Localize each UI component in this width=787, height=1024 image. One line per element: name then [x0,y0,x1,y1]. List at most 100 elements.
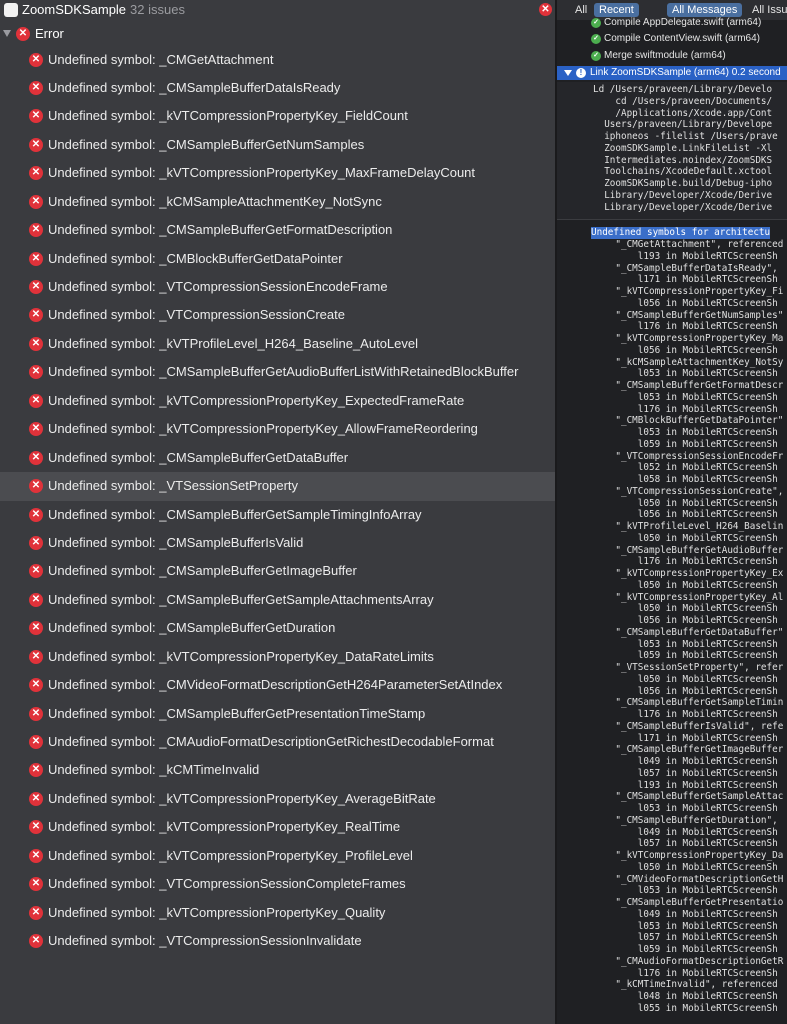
issue-row[interactable]: ✕ Undefined symbol: _VTCompressionSession… [0,927,555,955]
error-icon: ✕ [29,905,43,920]
issue-row[interactable]: ✕ Undefined symbol: _VTSessionSetProperty [0,472,555,501]
issue-count: 32 issues [130,2,185,17]
issue-message: Undefined symbol: _CMSampleBufferGetDura… [48,620,336,636]
issue-row[interactable]: ✕ Undefined symbol: _VTCompressionSession… [0,273,555,301]
issue-message: Undefined symbol: _VTCompressionSessionI… [48,933,362,949]
issue-message: Undefined symbol: _kVTCompressionPropert… [48,847,413,863]
issue-row[interactable]: ✕ Undefined symbol: _CMSampleBufferGetSam… [0,586,555,614]
error-icon: ✕ [29,137,43,152]
issue-row[interactable]: ✕ Undefined symbol: _kVTCompressionProper… [0,159,555,187]
build-step-row[interactable]: ✓ Compile ContentView.swift (arm64) [557,33,787,46]
issue-row[interactable]: ✕ Undefined symbol: _CMSampleBufferIsVali… [0,529,555,557]
issue-message: Undefined symbol: _CMAudioFormatDescript… [48,734,494,749]
error-icon: ✕ [29,848,43,863]
build-step-label: Compile AppDelegate.swift (arm64) [604,17,762,28]
issue-row[interactable]: ✕ Undefined symbol: _CMAudioFormatDescrip… [0,728,555,756]
issue-row[interactable]: ✕ Undefined symbol: _kVTCompressionProper… [0,785,555,813]
issue-row[interactable]: ✕ Undefined symbol: _kVTCompressionProper… [0,643,555,671]
issue-message: Undefined symbol: _kVTCompressionPropert… [48,165,476,181]
issue-message: Undefined symbol: _CMBlockBufferGetDataP… [48,250,343,266]
issue-row[interactable]: ✕ Undefined symbol: _kCMTimeInvalid [0,756,555,784]
issue-message: Undefined symbol: _CMSampleBufferGetAudi… [48,364,519,380]
success-check-icon: ✓ [591,18,601,28]
issue-message: Undefined symbol: _VTCompressionSessionC… [48,307,345,323]
link-step-label: Link ZoomSDKSample (arm64) 0.2 second [590,67,781,78]
issue-message: Undefined symbol: _CMSampleBufferDataIsR… [48,79,341,95]
issue-message: Undefined symbol: _kVTCompressionPropert… [48,648,434,664]
filter-all-issues-button[interactable]: All Issue [747,3,787,17]
issue-message: Undefined symbol: _CMSampleBufferGetForm… [48,222,393,238]
filter-recent-button[interactable]: Recent [594,3,639,17]
issue-row[interactable]: ✕ Undefined symbol: _CMSampleBufferGetIma… [0,557,555,585]
issue-message: Undefined symbol: _kVTCompressionPropert… [48,819,401,835]
issue-row[interactable]: ✕ Undefined symbol: _CMSampleBufferGetDat… [0,444,555,472]
log-separator [557,219,787,220]
issue-row[interactable]: ✕ Undefined symbol: _CMSampleBufferGetAud… [0,358,555,386]
issue-row[interactable]: ✕ Undefined symbol: _CMSampleBufferGetPre… [0,700,555,728]
error-icon: ✕ [29,52,43,67]
linker-error-log: Undefined symbols for architectu "_CMGet… [557,226,787,1024]
error-icon: ✕ [29,308,43,323]
issue-row[interactable]: ✕ Undefined symbol: _kVTCompressionProper… [0,415,555,443]
issue-message: Undefined symbol: _CMSampleBufferGetData… [48,449,349,465]
error-icon: ✕ [29,735,43,749]
issue-message: Undefined symbol: _CMVideoFormatDescript… [48,677,503,693]
issue-row[interactable]: ✕ Undefined symbol: _kVTProfileLevel_H264… [0,330,555,358]
error-icon: ✕ [29,678,43,693]
error-icon: ✕ [29,166,43,181]
project-header[interactable]: ZoomSDKSample 32 issues ✕ [0,0,555,20]
error-icon: ✕ [16,27,30,41]
issue-row[interactable]: ✕ Undefined symbol: _kVTCompressionProper… [0,813,555,841]
error-icon: ✕ [29,507,43,522]
link-step-row[interactable]: ! Link ZoomSDKSample (arm64) 0.2 second [557,66,787,80]
error-group-row[interactable]: ✕ Error [0,24,555,44]
issue-row[interactable]: ✕ Undefined symbol: _kCMSampleAttachmentK… [0,188,555,216]
filter-all-messages-button[interactable]: All Messages [667,3,743,17]
error-icon: ✕ [29,877,43,892]
issue-message: Undefined symbol: _kVTCompressionPropert… [48,108,408,124]
issue-row[interactable]: ✕ Undefined symbol: _CMSampleBufferGetDur… [0,614,555,642]
issue-row[interactable]: ✕ Undefined symbol: _CMSampleBufferGetSam… [0,501,555,529]
error-icon: ✕ [29,336,43,351]
issue-message: Undefined symbol: _CMSampleBufferIsValid [48,534,304,550]
build-step-label: Merge swiftmodule (arm64) [604,50,726,61]
build-step-row[interactable]: ✓ Compile AppDelegate.swift (arm64) [557,17,787,30]
log-heading[interactable]: Undefined symbols for architectu [591,227,771,239]
issue-row[interactable]: ✕ Undefined symbol: _VTCompressionSession… [0,301,555,329]
issue-row[interactable]: ✕ Undefined symbol: _CMSampleBufferGetNum… [0,131,555,159]
ld-command-text: Ld /Users/praveen/Library/Develo cd /Use… [593,84,778,213]
log-body-text: "_CMGetAttachment", referenced l193 in M… [615,239,784,1014]
issue-row[interactable]: ✕ Undefined symbol: _CMSampleBufferGetFor… [0,216,555,244]
issue-message: Undefined symbol: _VTCompressionSessionC… [48,876,406,892]
build-log-panel: All Recent All Messages All Issue ✓ Comp… [557,0,787,1024]
error-icon: ✕ [29,223,43,238]
build-step-row[interactable]: ✓ Merge swiftmodule (arm64) [557,50,787,63]
issue-message: Undefined symbol: _CMSampleBufferGetSamp… [48,591,434,607]
error-icon: ✕ [29,763,43,778]
issue-message: Undefined symbol: _CMSampleBufferGetNumS… [48,136,365,152]
issue-row[interactable]: ✕ Undefined symbol: _CMBlockBufferGetData… [0,245,555,273]
error-group-label: Error [35,26,64,41]
issue-row[interactable]: ✕ Undefined symbol: _kVTCompressionProper… [0,842,555,870]
issue-row[interactable]: ✕ Undefined symbol: _CMGetAttachment [0,46,555,74]
issue-row[interactable]: ✕ Undefined symbol: _kVTCompressionProper… [0,102,555,130]
issue-row[interactable]: ✕ Undefined symbol: _CMSampleBufferDataIs… [0,74,555,102]
issue-message: Undefined symbol: _CMGetAttachment [48,51,274,67]
error-icon: ✕ [29,706,43,721]
issue-row[interactable]: ✕ Undefined symbol: _CMVideoFormatDescrip… [0,671,555,699]
issue-row[interactable]: ✕ Undefined symbol: _kVTCompressionProper… [0,899,555,927]
build-step-label: Compile ContentView.swift (arm64) [604,33,760,44]
issue-message: Undefined symbol: _CMSampleBufferGetSamp… [48,506,422,522]
error-icon: ✕ [29,649,43,664]
error-icon: ✕ [29,535,43,550]
issue-message: Undefined symbol: _CMSampleBufferGetImag… [48,563,357,579]
issue-row[interactable]: ✕ Undefined symbol: _kVTCompressionProper… [0,387,555,415]
error-icon: ✕ [29,194,43,209]
issue-row[interactable]: ✕ Undefined symbol: _VTCompressionSession… [0,870,555,898]
error-icon: ✕ [29,820,43,835]
issue-navigator: ZoomSDKSample 32 issues ✕ ✕ Error ✕ Undefi… [0,0,555,1024]
error-icon: ✕ [29,80,43,95]
disclosure-triangle-icon[interactable] [3,30,11,37]
disclosure-triangle-icon[interactable] [564,70,572,76]
filter-all-button[interactable]: All [570,3,592,17]
